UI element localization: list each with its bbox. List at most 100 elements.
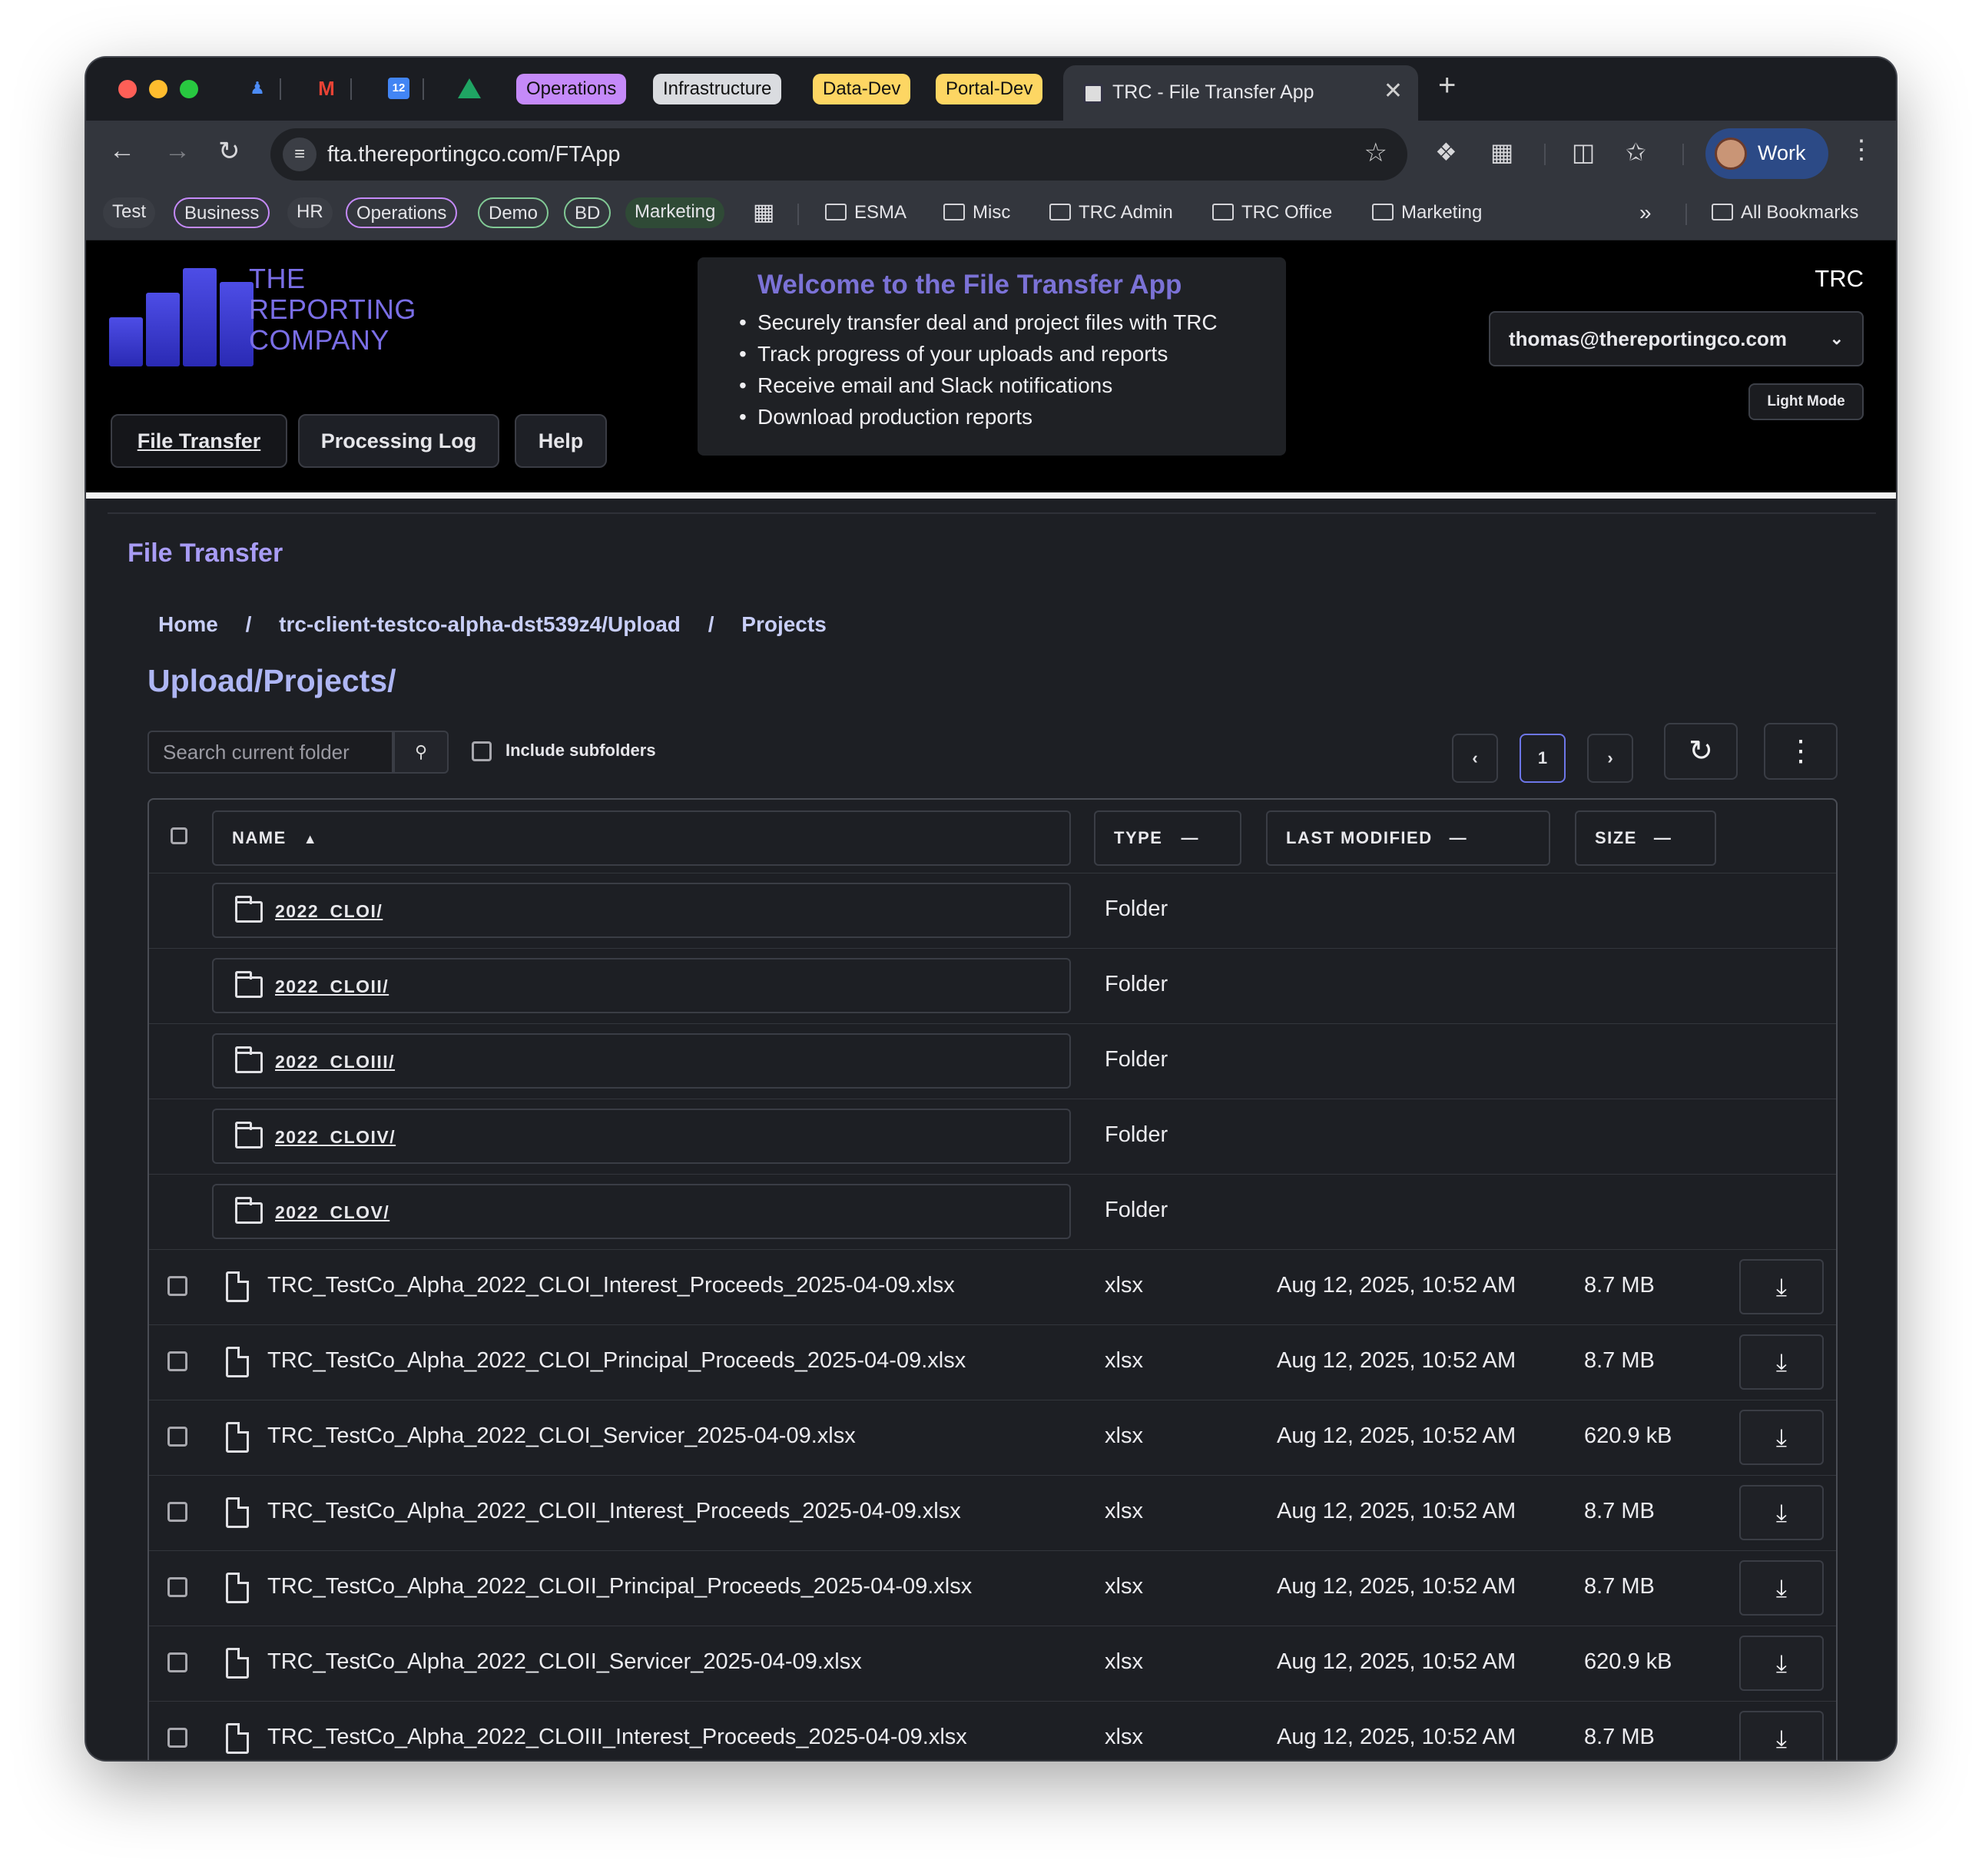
folder-icon	[1049, 204, 1071, 220]
download-button[interactable]: ⤓	[1739, 1560, 1824, 1616]
logo-line: REPORTING	[249, 293, 416, 325]
breadcrumb-projects[interactable]: Projects	[741, 612, 827, 636]
select-all-checkbox[interactable]	[171, 827, 187, 844]
browser-menu-icon[interactable]: ⋮	[1848, 134, 1874, 165]
download-button[interactable]: ⤓	[1739, 1711, 1824, 1760]
nav-processing-log[interactable]: Processing Log	[298, 414, 499, 468]
address-bar[interactable]: ≡ fta.thereportingco.com/FTApp ☆	[270, 128, 1407, 181]
url-text[interactable]: fta.thereportingco.com/FTApp	[327, 142, 620, 167]
apps-grid-icon[interactable]: ▦	[753, 199, 774, 227]
people-icon[interactable]: ♟	[246, 77, 269, 100]
modified-cell: Aug 12, 2025, 10:52 AM	[1277, 1574, 1516, 1599]
close-tab-icon[interactable]: ✕	[1384, 78, 1403, 104]
modified-cell: Aug 12, 2025, 10:52 AM	[1277, 1499, 1516, 1523]
user-dropdown[interactable]: thomas@thereportingco.com ⌄	[1489, 311, 1864, 366]
bookmark-test[interactable]: Test	[103, 197, 156, 228]
file-name: TRC_TestCo_Alpha_2022_CLOIII_Interest_Pr…	[267, 1725, 967, 1749]
search-input[interactable]: Search current folder	[147, 731, 393, 774]
new-tab-button[interactable]: +	[1438, 68, 1456, 103]
calendar-icon[interactable]: 12	[387, 77, 410, 100]
bookmark-marketing[interactable]: Marketing	[625, 197, 725, 228]
bookmark-folder-esma[interactable]: ESMA	[825, 199, 906, 227]
row-checkbox[interactable]	[167, 1502, 187, 1522]
breadcrumb-upload[interactable]: trc-client-testco-alpha-dst539z4/Upload	[279, 612, 681, 636]
tab-group-operations[interactable]: Operations	[516, 74, 627, 104]
folder-link[interactable]: 2022_CLOII/	[212, 958, 1071, 1013]
include-subfolders-checkbox[interactable]	[472, 741, 492, 761]
download-button[interactable]: ⤓	[1739, 1334, 1824, 1390]
folder-icon	[235, 1046, 263, 1073]
maximize-window-button[interactable]	[180, 80, 198, 98]
bookmark-demo[interactable]: Demo	[478, 197, 549, 228]
next-page-button[interactable]: ›	[1587, 734, 1633, 783]
tab-group-data-dev[interactable]: Data-Dev	[813, 74, 911, 104]
folder-name: 2022_CLOIV/	[275, 1127, 396, 1147]
bookmark-folder-marketing[interactable]: Marketing	[1372, 199, 1482, 227]
row-checkbox[interactable]	[167, 1577, 187, 1597]
download-icon: ⤓	[1775, 1574, 1788, 1602]
folder-icon	[235, 1197, 263, 1224]
bookmark-hr[interactable]: HR	[287, 197, 333, 228]
search-button[interactable]: ⚲	[393, 731, 449, 774]
active-tab[interactable]: TRC - File Transfer App ✕	[1063, 65, 1418, 121]
bookmark-star-icon[interactable]: ☆	[1364, 138, 1387, 168]
drive-icon[interactable]	[458, 77, 481, 100]
folder-icon	[235, 896, 263, 923]
breadcrumb-separator: /	[708, 612, 714, 636]
row-checkbox[interactable]	[167, 1276, 187, 1296]
tab-group-infrastructure[interactable]: Infrastructure	[653, 74, 782, 104]
site-settings-icon[interactable]: ≡	[283, 138, 317, 171]
download-button[interactable]: ⤓	[1739, 1410, 1824, 1465]
table-row: TRC_TestCo_Alpha_2022_CLOII_Servicer_202…	[149, 1626, 1836, 1702]
row-checkbox[interactable]	[167, 1351, 187, 1371]
refresh-button[interactable]: ↻	[1664, 723, 1738, 780]
row-checkbox[interactable]	[167, 1427, 187, 1447]
cast-search-icon[interactable]: ◫	[1572, 138, 1595, 167]
download-button[interactable]: ⤓	[1739, 1636, 1824, 1691]
page-1-button[interactable]: 1	[1520, 734, 1566, 783]
gmail-icon[interactable]: M	[315, 77, 338, 100]
more-options-button[interactable]: ⋮	[1764, 723, 1838, 780]
column-size[interactable]: SIZE —	[1575, 810, 1716, 866]
back-button[interactable]: ←	[109, 136, 135, 166]
bookmark-folder-misc[interactable]: Misc	[943, 199, 1010, 227]
tab-separator	[280, 78, 281, 100]
company-logo	[109, 264, 263, 366]
favorites-icon[interactable]: ✩	[1626, 138, 1646, 167]
nav-help[interactable]: Help	[515, 414, 607, 468]
folder-link[interactable]: 2022_CLOI/	[212, 883, 1071, 938]
breadcrumb-home[interactable]: Home	[158, 612, 218, 636]
prev-page-button[interactable]: ‹	[1452, 734, 1498, 783]
modified-cell: Aug 12, 2025, 10:52 AM	[1277, 1273, 1516, 1298]
nav-file-transfer[interactable]: File Transfer	[111, 414, 287, 468]
bookmark-separator	[1685, 204, 1687, 225]
reload-button[interactable]: ↻	[218, 136, 240, 167]
forward-button[interactable]: →	[164, 136, 191, 166]
bookmark-bd[interactable]: BD	[564, 197, 612, 228]
row-checkbox[interactable]	[167, 1728, 187, 1748]
column-name[interactable]: NAME ▲	[212, 810, 1071, 866]
all-bookmarks[interactable]: All Bookmarks	[1712, 199, 1858, 227]
profile-button[interactable]: Work	[1705, 128, 1828, 179]
type-cell: xlsx	[1105, 1649, 1143, 1674]
bookmark-business[interactable]: Business	[174, 197, 270, 228]
folder-name: 2022_CLOI/	[275, 901, 383, 921]
folder-link[interactable]: 2022_CLOV/	[212, 1184, 1071, 1239]
bookmark-folder-trc-office[interactable]: TRC Office	[1212, 199, 1332, 227]
close-window-button[interactable]	[118, 80, 137, 98]
download-button[interactable]: ⤓	[1739, 1259, 1824, 1314]
download-button[interactable]: ⤓	[1739, 1485, 1824, 1540]
folder-link[interactable]: 2022_CLOIV/	[212, 1109, 1071, 1164]
puzzle-icon[interactable]: ▦	[1490, 138, 1513, 167]
light-mode-button[interactable]: Light Mode	[1748, 383, 1864, 420]
minimize-window-button[interactable]	[149, 80, 167, 98]
bookmark-operations[interactable]: Operations	[346, 197, 458, 228]
more-bookmarks-icon[interactable]: »	[1639, 199, 1652, 227]
row-checkbox[interactable]	[167, 1652, 187, 1672]
bookmark-folder-trc-admin[interactable]: TRC Admin	[1049, 199, 1173, 227]
folder-link[interactable]: 2022_CLOIII/	[212, 1033, 1071, 1089]
column-last-modified[interactable]: LAST MODIFIED —	[1266, 810, 1550, 866]
extension-icon[interactable]: ❖	[1435, 138, 1457, 167]
tab-group-portal-dev[interactable]: Portal-Dev	[936, 74, 1043, 104]
column-type[interactable]: TYPE —	[1094, 810, 1241, 866]
